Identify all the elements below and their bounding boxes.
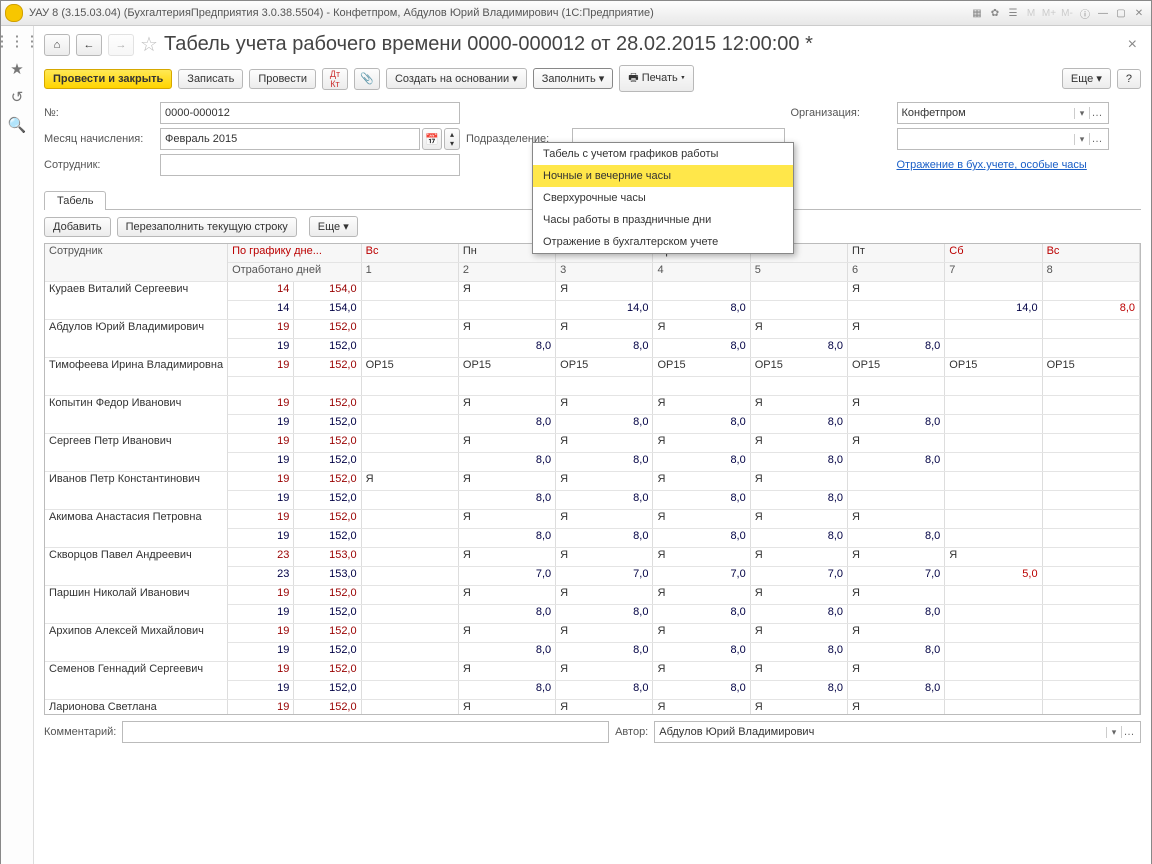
- favorite-star-icon[interactable]: ☆: [140, 32, 158, 57]
- dt-kt-icon[interactable]: ДтКт: [322, 68, 348, 90]
- table-row[interactable]: Акимова Анастасия Петровна19152,0ЯЯЯЯЯ: [45, 510, 1140, 529]
- history-icon[interactable]: ↺: [8, 88, 26, 106]
- app-logo-icon: [5, 4, 23, 22]
- table-row[interactable]: Абдулов Юрий Владимирович19152,0ЯЯЯЯЯ: [45, 320, 1140, 339]
- create-on-basis-button[interactable]: Создать на основании ▾: [386, 68, 527, 89]
- month-input[interactable]: Февраль 2015: [160, 128, 420, 150]
- author-label: Автор:: [615, 726, 648, 738]
- window-title: УАУ 8 (3.15.03.04) (БухгалтерияПредприят…: [29, 7, 654, 19]
- post-button[interactable]: Провести: [249, 69, 316, 89]
- calendar-icon[interactable]: 📅: [422, 128, 442, 150]
- toolbar-icon[interactable]: ▦: [969, 5, 985, 21]
- forward-button[interactable]: →: [108, 34, 134, 56]
- help-button[interactable]: ?: [1117, 69, 1141, 89]
- attach-icon[interactable]: 📎: [354, 68, 380, 90]
- tab-tabel[interactable]: Табель: [44, 191, 106, 210]
- fill-menu: Табель с учетом графиков работыНочные и …: [532, 142, 794, 254]
- apps-icon[interactable]: ⋮⋮⋮: [8, 32, 26, 50]
- print-button[interactable]: 🖶 Печать ▾: [619, 65, 694, 92]
- back-button[interactable]: ←: [76, 34, 102, 56]
- more-button[interactable]: Еще ▾: [1062, 68, 1111, 89]
- fill-menu-item[interactable]: Табель с учетом графиков работы: [533, 143, 793, 165]
- accounting-link[interactable]: Отражение в бух.учете, особые часы: [897, 159, 1110, 171]
- fill-menu-item[interactable]: Часы работы в праздничные дни: [533, 209, 793, 231]
- add-row-button[interactable]: Добавить: [44, 217, 111, 237]
- table-row[interactable]: Скворцов Павел Андреевич23153,0ЯЯЯЯЯЯ: [45, 548, 1140, 567]
- table-row[interactable]: Иванов Петр Константинович19152,0ЯЯЯЯЯ: [45, 472, 1140, 491]
- comment-label: Комментарий:: [44, 726, 116, 738]
- table-row[interactable]: Паршин Николай Иванович19152,0ЯЯЯЯЯ: [45, 586, 1140, 605]
- month-label: Месяц начисления:: [44, 133, 154, 145]
- employee-input[interactable]: [160, 154, 460, 176]
- toolbar-icon[interactable]: ☰: [1005, 5, 1021, 21]
- author-input[interactable]: Абдулов Юрий Владимирович▾…: [654, 721, 1141, 743]
- fill-menu-item[interactable]: Отражение в бухгалтерском учете: [533, 231, 793, 253]
- fill-button[interactable]: Заполнить ▾: [533, 68, 614, 89]
- info-icon[interactable]: ⓘ: [1077, 5, 1093, 21]
- save-button[interactable]: Записать: [178, 69, 243, 89]
- org-input[interactable]: Конфетпром▾…: [897, 102, 1110, 124]
- periods-input[interactable]: ▾…: [897, 128, 1110, 150]
- table-row[interactable]: Ларионова Светлана19152,0ЯЯЯЯЯ: [45, 700, 1140, 716]
- number-label: №:: [44, 107, 154, 119]
- employee-label: Сотрудник:: [44, 159, 154, 171]
- search-icon[interactable]: 🔍: [8, 116, 26, 134]
- table-more-button[interactable]: Еще ▾: [309, 216, 358, 237]
- m-icon[interactable]: M: [1023, 5, 1039, 21]
- sidebar: ⋮⋮⋮ ★ ↺ 🔍: [1, 26, 34, 864]
- table-row[interactable]: Архипов Алексей Михайлович19152,0ЯЯЯЯЯ: [45, 624, 1140, 643]
- maximize-icon[interactable]: ▢: [1113, 5, 1129, 21]
- number-input[interactable]: 0000-000012: [160, 102, 460, 124]
- home-button[interactable]: ⌂: [44, 34, 70, 56]
- mminus-icon[interactable]: M-: [1059, 5, 1075, 21]
- page-title: Табель учета рабочего времени 0000-00001…: [164, 33, 1118, 56]
- table-row[interactable]: Тимофеева Ирина Владимировна19152,0ОР15О…: [45, 358, 1140, 377]
- star-icon[interactable]: ★: [8, 60, 26, 78]
- timesheet-grid[interactable]: СотрудникПо графику дне...ВсПнВтСрЧтПтСб…: [44, 243, 1141, 715]
- mplus-icon[interactable]: M+: [1041, 5, 1057, 21]
- close-icon[interactable]: ✕: [1131, 5, 1147, 21]
- toolbar-icon[interactable]: ✿: [987, 5, 1003, 21]
- fill-menu-item[interactable]: Ночные и вечерние часы: [533, 165, 793, 187]
- stepper-icon[interactable]: ▴▾: [444, 128, 460, 150]
- table-row[interactable]: Сергеев Петр Иванович19152,0ЯЯЯЯЯ: [45, 434, 1140, 453]
- titlebar: УАУ 8 (3.15.03.04) (БухгалтерияПредприят…: [1, 1, 1151, 26]
- comment-input[interactable]: [122, 721, 609, 743]
- close-tab-icon[interactable]: ×: [1124, 36, 1141, 54]
- minimize-icon[interactable]: —: [1095, 5, 1111, 21]
- post-and-close-button[interactable]: Провести и закрыть: [44, 69, 172, 89]
- org-label: Организация:: [791, 107, 891, 119]
- refill-row-button[interactable]: Перезаполнить текущую строку: [117, 217, 297, 237]
- table-row[interactable]: Копытин Федор Иванович19152,0ЯЯЯЯЯ: [45, 396, 1140, 415]
- fill-menu-item[interactable]: Сверхурочные часы: [533, 187, 793, 209]
- table-row[interactable]: Кураев Виталий Сергеевич14154,0ЯЯЯ: [45, 282, 1140, 301]
- table-row[interactable]: Семенов Геннадий Сергеевич19152,0ЯЯЯЯЯ: [45, 662, 1140, 681]
